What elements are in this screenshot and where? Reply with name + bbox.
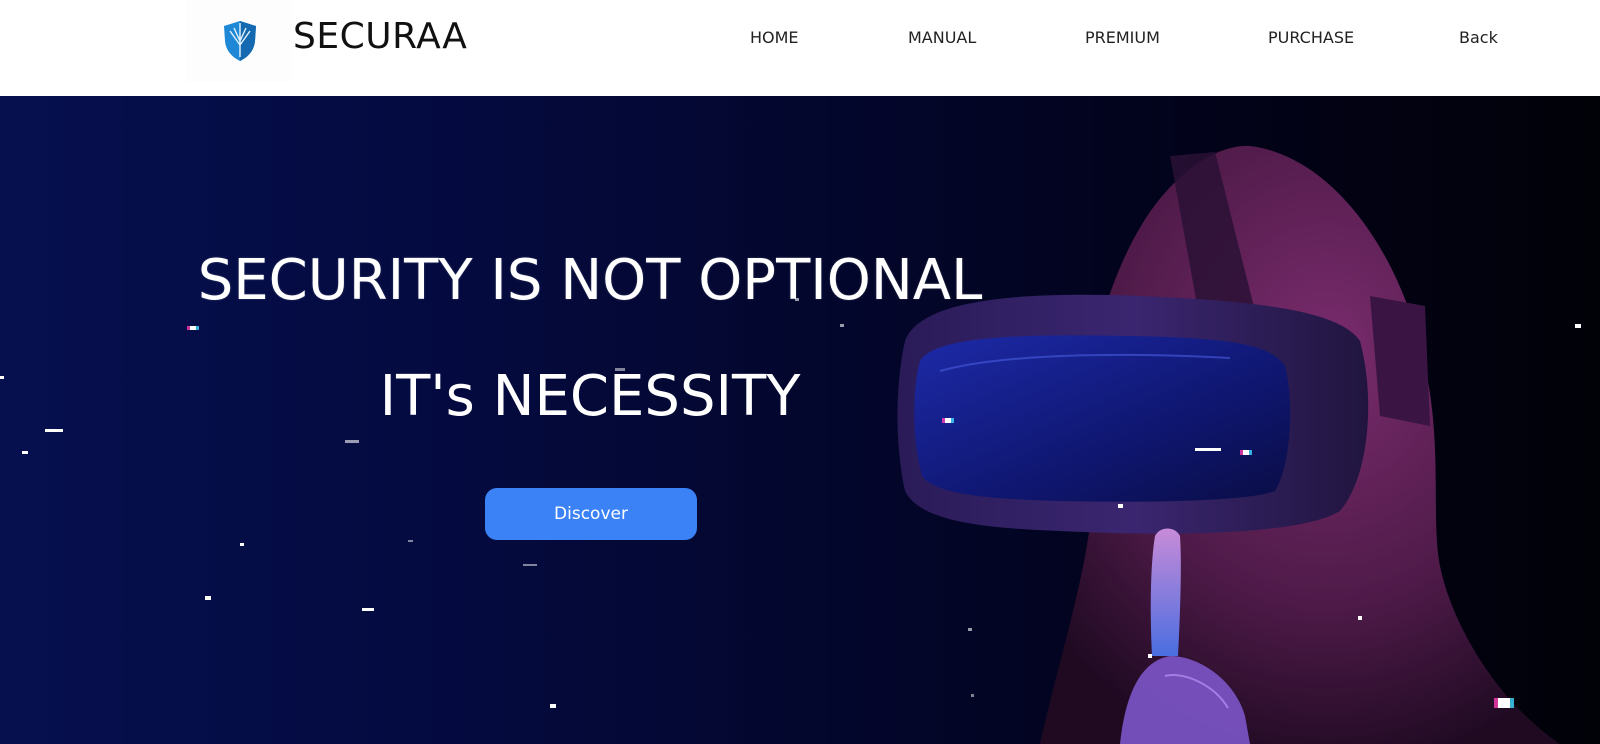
brand-name[interactable]: SECURAA bbox=[293, 16, 467, 57]
hero-subheadline: IT's NECESSITY bbox=[379, 364, 801, 429]
nav-manual[interactable]: MANUAL bbox=[908, 28, 976, 47]
nav-premium[interactable]: PREMIUM bbox=[1085, 28, 1160, 47]
nav-home[interactable]: HOME bbox=[750, 28, 799, 47]
discover-button[interactable]: Discover bbox=[485, 488, 697, 540]
nav-purchase[interactable]: PURCHASE bbox=[1268, 28, 1354, 47]
logo[interactable] bbox=[187, 0, 292, 82]
shield-icon bbox=[223, 21, 256, 61]
nav-back[interactable]: Back bbox=[1459, 28, 1498, 47]
hero-headline: SECURITY IS NOT OPTIONAL bbox=[197, 248, 983, 313]
hero-section: SECURITY IS NOT OPTIONAL IT's NECESSITY … bbox=[0, 96, 1600, 744]
top-navbar: SECURAA HOME MANUAL PREMIUM PURCHASE Bac… bbox=[0, 0, 1600, 96]
